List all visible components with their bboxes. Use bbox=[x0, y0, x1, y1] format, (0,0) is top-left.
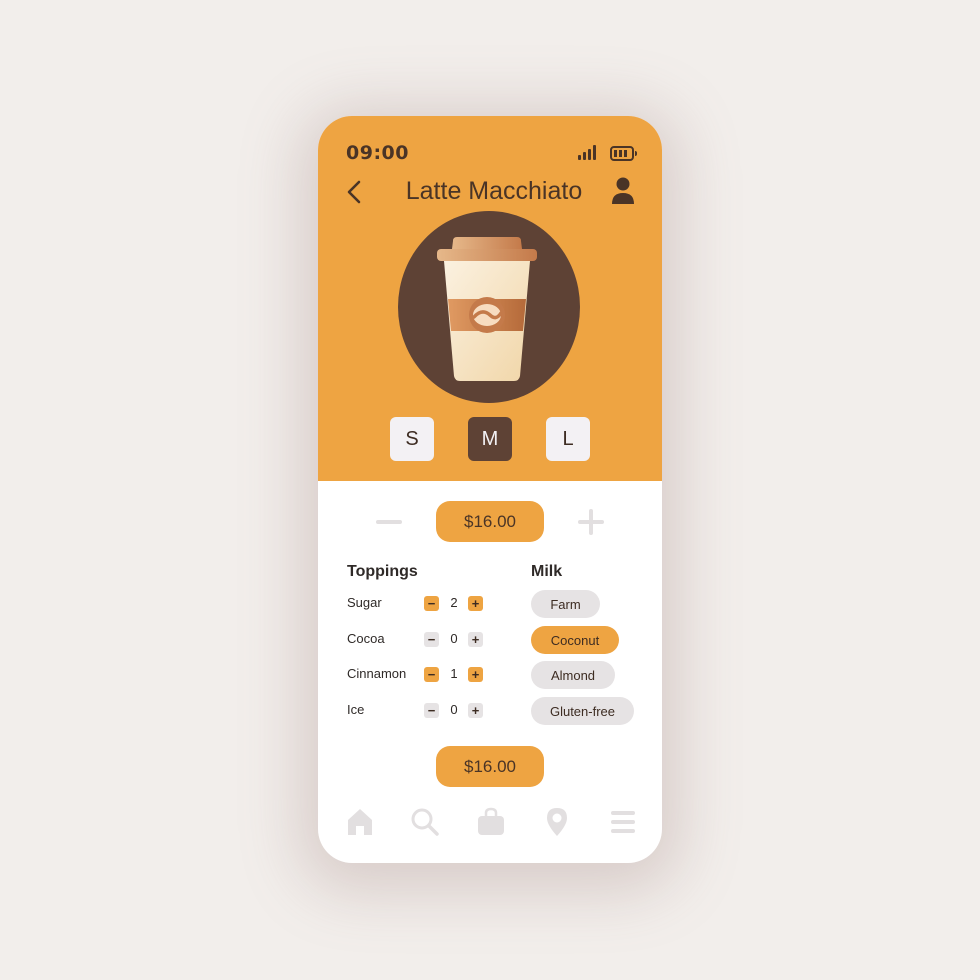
topping-count: 0 bbox=[450, 702, 458, 717]
topping-increase-button[interactable]: + bbox=[468, 632, 483, 647]
topping-row-ice: Ice − 0 + bbox=[347, 700, 497, 720]
topping-decrease-button[interactable]: − bbox=[424, 667, 439, 682]
nav-bag[interactable] bbox=[476, 806, 506, 838]
topping-row-cocoa: Cocoa − 0 + bbox=[347, 629, 497, 649]
topping-name: Cinnamon bbox=[347, 666, 407, 681]
phone-screen: 09:00 Latte Macchiato S M L $16.00 Toppi… bbox=[318, 116, 662, 863]
milk-option-gluten-free[interactable]: Gluten-free bbox=[531, 697, 634, 725]
topping-decrease-button[interactable]: − bbox=[424, 596, 439, 611]
decrease-quantity-button[interactable] bbox=[376, 520, 402, 524]
increase-quantity-button[interactable] bbox=[578, 509, 604, 535]
chevron-left-icon bbox=[347, 180, 361, 204]
user-icon bbox=[612, 177, 634, 204]
price-display: $16.00 bbox=[436, 501, 544, 542]
coffee-cup-icon bbox=[437, 237, 537, 381]
size-button-small[interactable]: S bbox=[390, 417, 434, 461]
toppings-title: Toppings bbox=[347, 563, 418, 580]
topping-name: Sugar bbox=[347, 595, 382, 610]
topping-count: 1 bbox=[450, 666, 458, 681]
add-to-cart-total-button[interactable]: $16.00 bbox=[436, 746, 544, 787]
milk-option-coconut[interactable]: Coconut bbox=[531, 626, 619, 654]
bag-icon bbox=[478, 807, 504, 835]
topping-count: 2 bbox=[450, 595, 458, 610]
topping-increase-button[interactable]: + bbox=[468, 667, 483, 682]
battery-icon bbox=[610, 146, 637, 161]
page-title: Latte Macchiato bbox=[405, 177, 583, 205]
topping-row-sugar: Sugar − 2 + bbox=[347, 593, 497, 613]
topping-row-cinnamon: Cinnamon − 1 + bbox=[347, 664, 497, 684]
topping-increase-button[interactable]: + bbox=[468, 596, 483, 611]
topping-decrease-button[interactable]: − bbox=[424, 703, 439, 718]
product-header-section: 09:00 Latte Macchiato S M L bbox=[318, 116, 662, 481]
topping-name: Cocoa bbox=[347, 631, 385, 646]
nav-home[interactable] bbox=[345, 806, 375, 838]
nav-location[interactable] bbox=[542, 806, 572, 838]
location-pin-icon bbox=[547, 808, 567, 836]
size-button-large[interactable]: L bbox=[546, 417, 590, 461]
milk-option-farm[interactable]: Farm bbox=[531, 590, 600, 618]
signal-icon bbox=[578, 145, 598, 160]
profile-button[interactable] bbox=[610, 176, 636, 206]
topping-increase-button[interactable]: + bbox=[468, 703, 483, 718]
home-icon bbox=[348, 809, 372, 835]
topping-count: 0 bbox=[450, 631, 458, 646]
menu-icon bbox=[611, 811, 635, 833]
milk-option-almond[interactable]: Almond bbox=[531, 661, 615, 689]
topping-name: Ice bbox=[347, 702, 365, 717]
size-selector: S M L bbox=[390, 417, 590, 461]
milk-title: Milk bbox=[531, 563, 563, 580]
nav-menu[interactable] bbox=[608, 806, 638, 838]
nav-search[interactable] bbox=[410, 806, 440, 838]
search-icon bbox=[411, 808, 439, 836]
status-time: 09:00 bbox=[346, 142, 409, 164]
bottom-navigation bbox=[318, 806, 662, 840]
quantity-stepper: $16.00 bbox=[318, 501, 662, 543]
back-button[interactable] bbox=[344, 179, 366, 205]
topping-decrease-button[interactable]: − bbox=[424, 632, 439, 647]
size-button-medium[interactable]: M bbox=[468, 417, 512, 461]
